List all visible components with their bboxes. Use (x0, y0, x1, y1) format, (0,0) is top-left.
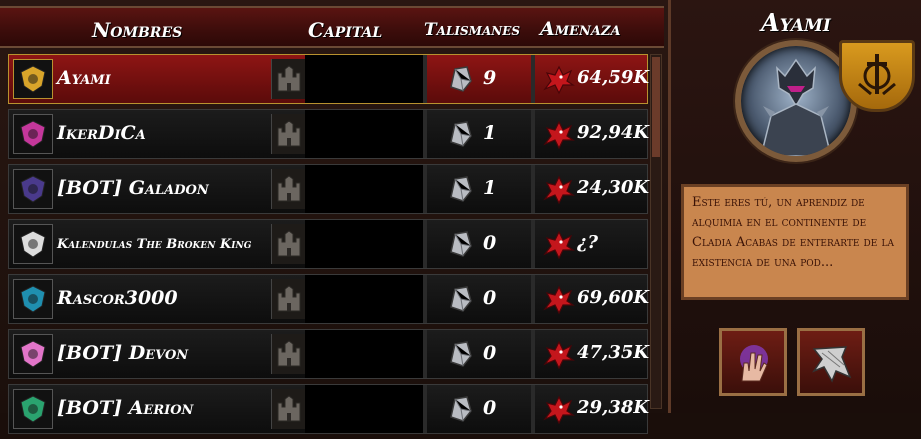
player-name: Ayami (57, 67, 111, 89)
player-emblem-icon (13, 389, 53, 429)
talisman-count: 0 (483, 287, 497, 309)
talisman-count: 0 (483, 397, 497, 419)
castle-icon (271, 59, 306, 99)
capital-cell (305, 330, 423, 378)
castle-icon (271, 389, 306, 429)
player-emblem-icon (13, 59, 53, 99)
player-emblem-icon (13, 279, 53, 319)
player-row[interactable]: [BOT] Aerion 0 29,38K (8, 384, 650, 434)
player-name: [BOT] Devon (57, 342, 189, 364)
table-header: Nombres Capital Talismanes Amenaza (0, 6, 664, 48)
talisman-count: 1 (483, 177, 497, 199)
scrollbar[interactable] (650, 54, 662, 409)
talisman-icon (445, 175, 475, 207)
column-divider (423, 165, 427, 213)
threat-value: 69,60K (577, 287, 650, 308)
player-row[interactable]: Rascor3000 0 69,60K (8, 274, 650, 324)
castle-icon (271, 279, 306, 319)
knight-portrait-icon (760, 58, 832, 156)
player-row[interactable]: IkerDiCa 1 92,94K (8, 109, 650, 159)
column-divider (531, 165, 535, 213)
capital-cell (305, 55, 423, 103)
dragon-threat-icon (541, 118, 575, 154)
player-emblem-icon (13, 114, 53, 154)
column-divider (531, 55, 535, 103)
player-name: [BOT] Aerion (57, 397, 194, 419)
threat-value: ¿? (577, 232, 599, 253)
threat-value: 64,59K (577, 67, 650, 88)
player-name: [BOT] Galadon (57, 177, 209, 199)
talisman-icon (445, 230, 475, 262)
column-divider (423, 275, 427, 323)
player-list-panel: Nombres Capital Talismanes Amenaza Ayami… (0, 0, 668, 434)
cloak-action-button[interactable] (797, 328, 865, 396)
column-divider (531, 385, 535, 433)
talisman-count: 1 (483, 122, 497, 144)
header-threat: Amenaza (540, 18, 621, 40)
player-name: Rascor3000 (57, 287, 178, 309)
player-emblem-icon (13, 169, 53, 209)
column-divider (423, 220, 427, 268)
player-emblem-icon (13, 334, 53, 374)
column-divider (531, 220, 535, 268)
scrollbar-thumb[interactable] (652, 57, 660, 157)
capital-cell (305, 110, 423, 158)
castle-icon (271, 114, 306, 154)
talisman-icon (445, 120, 475, 152)
talisman-icon (445, 340, 475, 372)
faction-emblem (839, 40, 915, 112)
capital-cell (305, 220, 423, 268)
dragon-threat-icon (541, 228, 575, 264)
capital-cell (305, 385, 423, 433)
magic-action-button[interactable] (719, 328, 787, 396)
column-divider (531, 110, 535, 158)
player-row[interactable]: [BOT] Galadon 1 24,30K (8, 164, 650, 214)
profile-description: Este eres tú, un aprendiz de alquimia en… (681, 184, 909, 300)
talisman-count: 0 (483, 342, 497, 364)
capital-cell (305, 275, 423, 323)
magic-hand-icon (740, 345, 768, 382)
capital-cell (305, 165, 423, 213)
threat-value: 24,30K (577, 177, 650, 198)
castle-icon (271, 224, 306, 264)
sword-crest-icon (858, 54, 896, 96)
talisman-icon (445, 65, 475, 97)
column-divider (423, 110, 427, 158)
castle-icon (271, 169, 306, 209)
player-row[interactable]: [BOT] Devon 0 47,35K (8, 329, 650, 379)
column-divider (423, 385, 427, 433)
column-divider (423, 55, 427, 103)
header-names: Nombres (92, 18, 183, 42)
cloak-icon (812, 346, 852, 383)
talisman-icon (445, 395, 475, 427)
castle-icon (271, 334, 306, 374)
player-emblem-icon (13, 224, 53, 264)
dragon-threat-icon (541, 173, 575, 209)
player-row[interactable]: Kalendulas The Broken King 0 ¿? (8, 219, 648, 269)
threat-value: 29,38K (577, 397, 650, 418)
talisman-count: 0 (483, 232, 497, 254)
profile-title: Ayami (761, 8, 831, 37)
profile-panel: Ayami Este eres tú, un aprendiz de alqui… (668, 0, 921, 413)
column-divider (531, 330, 535, 378)
player-name: Kalendulas The Broken King (57, 237, 252, 252)
dragon-threat-icon (541, 283, 575, 319)
player-name: IkerDiCa (57, 122, 146, 144)
threat-value: 92,94K (577, 122, 650, 143)
header-talismans: Talismanes (424, 20, 521, 40)
dragon-threat-icon (541, 63, 575, 99)
header-capital: Capital (308, 18, 383, 42)
column-divider (531, 275, 535, 323)
talisman-count: 9 (483, 67, 497, 89)
player-row[interactable]: Ayami 9 64,59K (8, 54, 650, 104)
threat-value: 47,35K (577, 342, 650, 363)
talisman-icon (445, 285, 475, 317)
dragon-threat-icon (541, 393, 575, 429)
column-divider (423, 330, 427, 378)
dragon-threat-icon (541, 338, 575, 374)
player-rows: Ayami 9 64,59K IkerDiCa 1 92,94K [BOT] G… (8, 54, 650, 439)
